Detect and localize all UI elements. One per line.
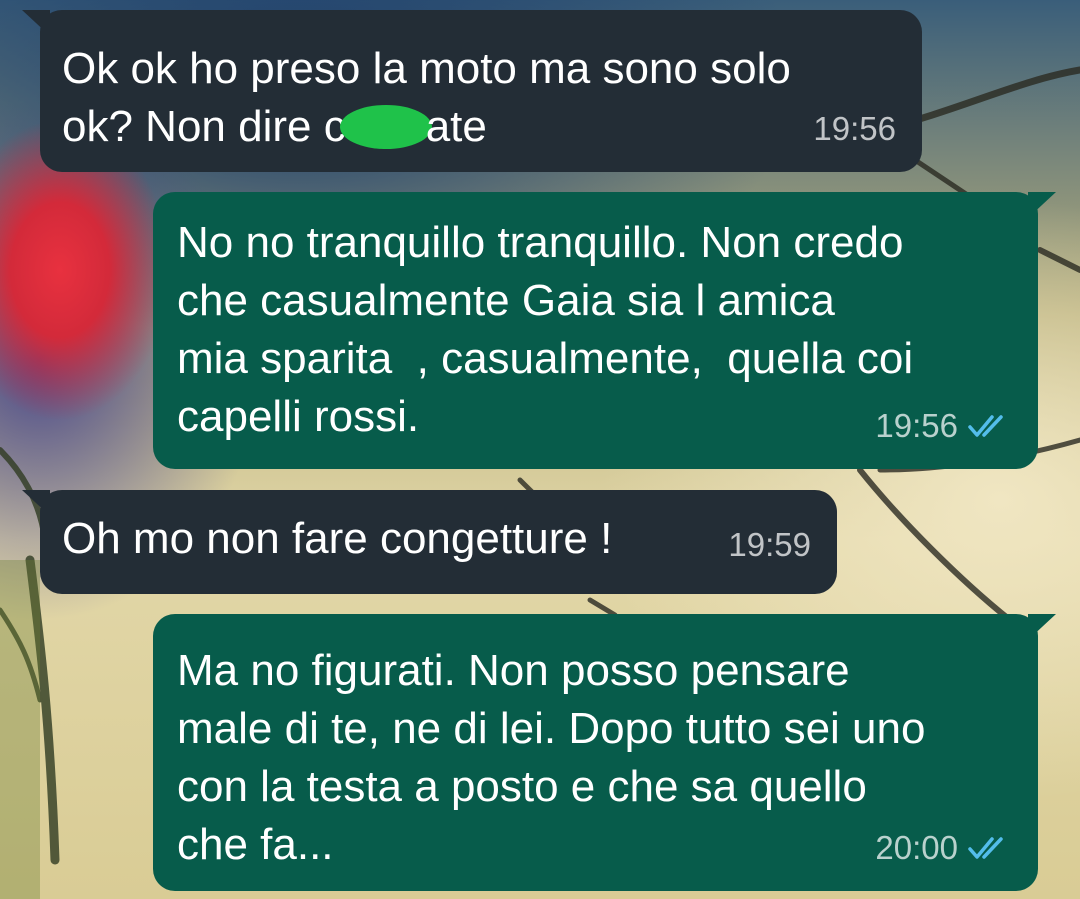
message-time: 19:56 [875, 407, 958, 444]
bubble-tail [22, 490, 50, 516]
bubble-tail [1028, 614, 1056, 640]
message-meta: 19:56 [875, 397, 1012, 455]
message-meta: 19:59 [728, 516, 811, 574]
message-time: 19:56 [813, 110, 896, 147]
message-text: Ok ok ho preso la moto ma sono solo ok? … [62, 40, 898, 156]
message-bubble-outgoing[interactable]: Ma no figurati. Non posso pensare male d… [153, 614, 1056, 891]
message-bubble-outgoing[interactable]: No no tranquillo tranquillo. Non credo c… [153, 192, 1056, 469]
redaction-mark [339, 105, 432, 149]
message-bubble-incoming[interactable]: Oh mo non fare congetture ! 19:59 [22, 490, 837, 594]
double-check-icon [968, 837, 1003, 859]
bubble-tail [1028, 192, 1056, 218]
message-meta: 20:00 [875, 819, 1012, 877]
double-check-icon [968, 415, 1003, 437]
message-text: Oh mo non fare congetture ! [62, 514, 613, 563]
message-bubble-incoming[interactable]: Ok ok ho preso la moto ma sono solo ok? … [22, 10, 922, 172]
message-time: 19:59 [728, 526, 811, 563]
message-meta: 19:56 [813, 100, 896, 158]
message-time: 20:00 [875, 829, 958, 866]
message-text-part: ate [425, 102, 487, 151]
bubble-tail [22, 10, 50, 36]
